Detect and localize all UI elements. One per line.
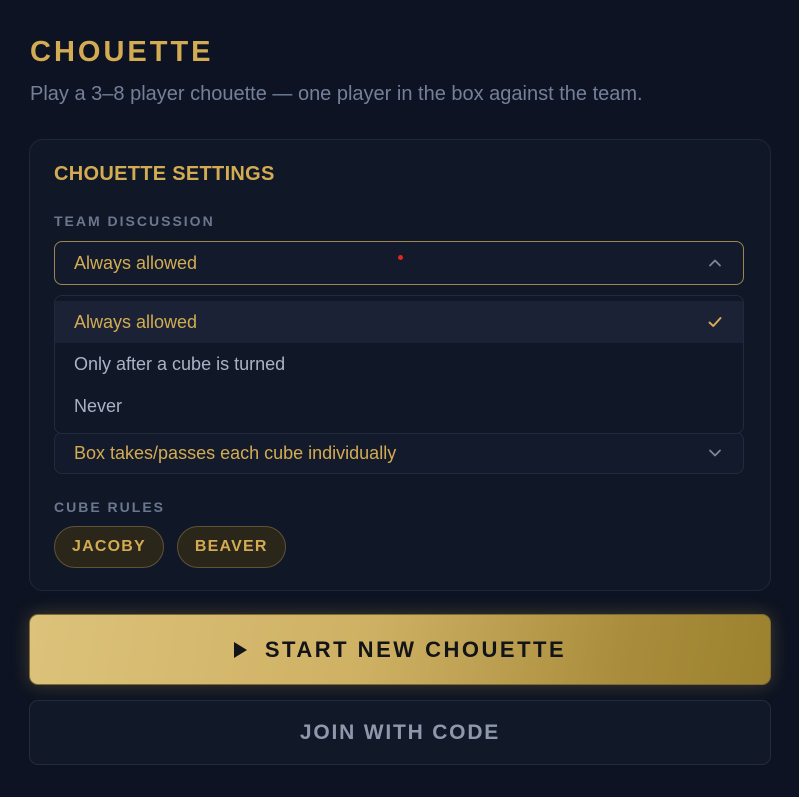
cube-rules-label: CUBE RULES bbox=[54, 499, 166, 515]
chip-jacoby[interactable]: JACOBY bbox=[54, 526, 164, 568]
join-button-label: JOIN WITH CODE bbox=[299, 720, 501, 744]
team-discussion-select[interactable]: Always allowed bbox=[54, 241, 744, 285]
option-label: Only after a cube is turned bbox=[74, 353, 286, 374]
team-discussion-dropdown: Always allowed Only after a cube is turn… bbox=[54, 295, 744, 434]
chouette-page: CHOUETTE Play a 3–8 player chouette — on… bbox=[0, 0, 799, 797]
team-discussion-value: Always allowed bbox=[74, 252, 198, 273]
cube-handling-value: Box takes/passes each cube individually bbox=[74, 442, 397, 463]
option-label: Always allowed bbox=[74, 311, 198, 332]
cube-handling-select[interactable]: Box takes/passes each cube individually bbox=[54, 432, 744, 474]
cube-rules-chips: JACOBY BEAVER bbox=[54, 526, 286, 568]
page-title: CHOUETTE bbox=[30, 36, 214, 68]
chevron-down-icon bbox=[709, 449, 721, 457]
option-label: Never bbox=[74, 395, 123, 416]
page-subtitle: Play a 3–8 player chouette — one player … bbox=[30, 83, 643, 105]
join-with-code-button[interactable]: JOIN WITH CODE bbox=[29, 700, 771, 765]
option-after-cube-turned[interactable]: Only after a cube is turned bbox=[55, 343, 743, 385]
chip-beaver[interactable]: BEAVER bbox=[176, 526, 286, 568]
team-discussion-label: TEAM DISCUSSION bbox=[54, 213, 215, 229]
play-icon bbox=[233, 641, 247, 658]
start-new-chouette-button[interactable]: START NEW CHOUETTE bbox=[29, 614, 771, 685]
start-button-label: START NEW CHOUETTE bbox=[264, 636, 567, 662]
settings-title: CHOUETTE SETTINGS bbox=[54, 163, 275, 185]
chevron-up-icon bbox=[709, 259, 721, 267]
check-icon bbox=[708, 317, 722, 327]
option-never[interactable]: Never bbox=[55, 385, 743, 427]
cursor-dot bbox=[398, 255, 403, 260]
option-always-allowed[interactable]: Always allowed bbox=[55, 301, 743, 343]
